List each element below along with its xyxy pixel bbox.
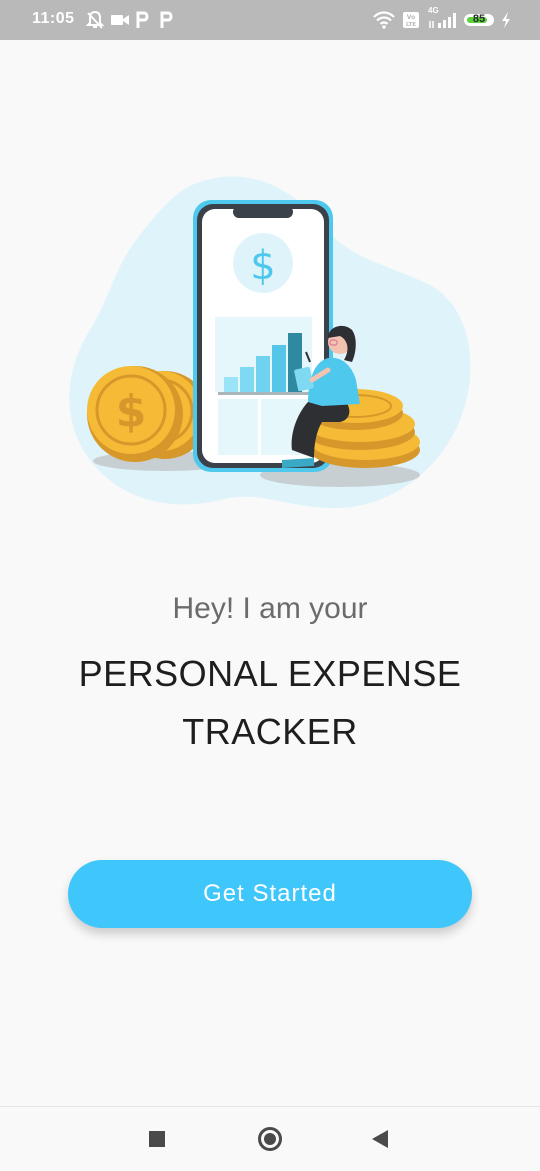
recents-icon[interactable] (149, 1131, 165, 1147)
svg-text:LTE: LTE (406, 22, 416, 28)
svg-text:Vo: Vo (407, 14, 415, 21)
back-icon[interactable] (372, 1130, 388, 1148)
app-title-line-2: TRACKER (182, 711, 358, 752)
status-time: 11:05 (32, 10, 75, 27)
video-icon (111, 15, 129, 25)
status-bar: 11:05 Vo LTE 4G 85 (0, 0, 540, 40)
signal-4g-icon (429, 13, 456, 28)
muted-bell-icon (86, 10, 104, 29)
volte-icon: Vo LTE (403, 12, 419, 28)
battery-indicator: 85 (464, 13, 494, 26)
app-title: PERSONAL EXPENSE TRACKER (40, 645, 500, 761)
p-icon (136, 11, 149, 28)
home-icon[interactable] (258, 1127, 282, 1151)
app-title-line-1: PERSONAL EXPENSE (78, 653, 462, 694)
svg-text:$: $ (116, 386, 147, 437)
svg-text:$: $ (250, 243, 275, 289)
battery-percent: 85 (472, 13, 486, 25)
greeting-text: Hey! I am your (172, 592, 368, 625)
charging-icon (502, 12, 510, 28)
get-started-button[interactable]: Get Started (68, 860, 472, 928)
system-nav-bar (0, 1106, 540, 1171)
p-icon (160, 11, 173, 28)
wifi-icon (373, 11, 395, 29)
expense-tracker-illustration: $ $ $ (69, 176, 471, 509)
